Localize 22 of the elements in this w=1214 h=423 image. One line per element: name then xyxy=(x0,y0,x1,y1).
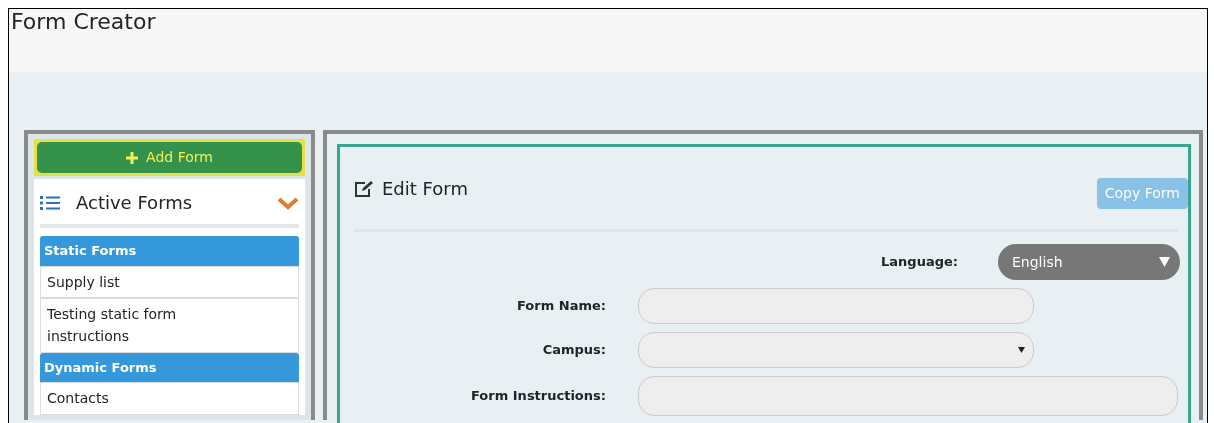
form-list-item[interactable]: Testing static form instructions xyxy=(40,297,299,353)
edit-icon xyxy=(354,179,374,198)
list-icon xyxy=(40,194,60,211)
language-select[interactable]: English xyxy=(998,244,1180,280)
page-title: Form Creator xyxy=(10,9,157,35)
group-header: Dynamic Forms xyxy=(40,352,299,383)
form-list-item[interactable]: Contacts xyxy=(40,382,299,415)
language-label: Language: xyxy=(881,253,958,272)
plus-icon xyxy=(126,151,139,164)
field-label: Form Instructions: xyxy=(470,387,606,406)
form-list-item[interactable]: Supply list xyxy=(40,265,299,298)
caret-icon xyxy=(1159,257,1170,267)
textarea-field[interactable] xyxy=(638,376,1178,416)
text-field[interactable] xyxy=(638,288,1034,324)
chevron-icon[interactable] xyxy=(277,195,299,210)
group-header: Static Forms xyxy=(40,236,299,266)
field-label: Form Name: xyxy=(516,297,606,316)
field-label: Campus: xyxy=(541,341,606,360)
panel-title: Edit Form xyxy=(382,177,468,201)
select-field[interactable] xyxy=(638,332,1034,368)
caret-icon xyxy=(1018,347,1025,353)
section-heading: Active Forms xyxy=(76,191,194,215)
